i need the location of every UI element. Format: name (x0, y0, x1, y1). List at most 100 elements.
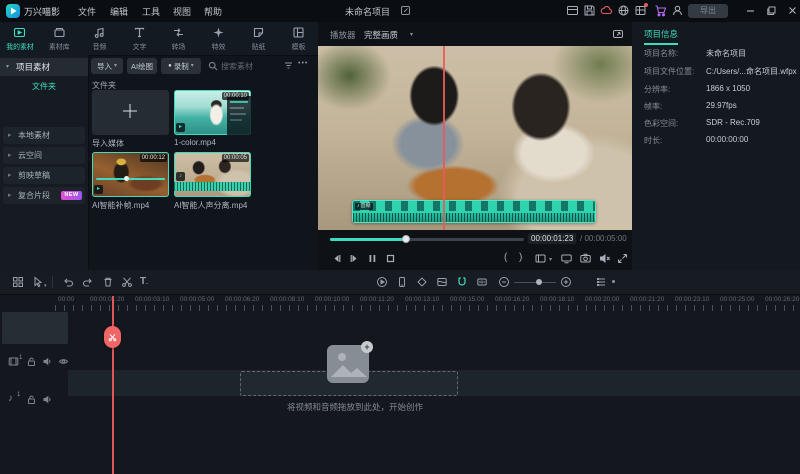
sidebar-item-project-media[interactable]: ▾ 项目素材 (0, 58, 88, 76)
audio-mixer-icon[interactable] (476, 276, 488, 288)
filter-icon[interactable] (283, 60, 294, 71)
lock-track-icon[interactable] (26, 394, 37, 405)
quick-tools-icon[interactable] (12, 276, 24, 288)
save-icon[interactable] (583, 4, 596, 17)
ai-feature-chip: ▸ (176, 123, 185, 132)
import-button[interactable]: 导入 ▾ (91, 58, 123, 74)
zoom-slider-handle[interactable] (536, 279, 542, 285)
zoom-slider[interactable] (514, 282, 556, 284)
quality-dropdown[interactable]: 完整画质 (364, 29, 398, 41)
record-button[interactable]: ● 录制 ▾ (161, 58, 201, 74)
import-media-tile[interactable] (92, 90, 169, 135)
hide-track-eye-icon[interactable] (58, 356, 69, 367)
store-cart-icon[interactable] (654, 4, 667, 17)
timeline-panel: ▾ T. (0, 270, 800, 474)
mark-out-button[interactable]: ) (519, 253, 522, 263)
cloud-backup-icon[interactable] (600, 4, 613, 17)
media-item-ai-vocal-split[interactable]: 00:00:05 ♪ (174, 152, 251, 197)
menu-help[interactable]: 帮助 (204, 5, 222, 18)
stop-button[interactable] (384, 252, 397, 265)
ai-paint-button[interactable]: AI绘图 (127, 58, 157, 74)
sidebar-item-local-media[interactable]: ▸ 本地素材 (3, 127, 85, 144)
mask-icon[interactable] (436, 276, 448, 288)
menu-tools[interactable]: 工具 (142, 5, 160, 18)
media-item-ai-frame-interp[interactable]: 00:00:12 ▸ (92, 152, 169, 197)
ruler-label: 00:00:18:10 (540, 296, 574, 303)
maximize-icon[interactable] (766, 5, 779, 18)
video-preview[interactable]: ♪ 音频 (318, 46, 632, 230)
snap-magnet-icon[interactable] (456, 276, 468, 288)
zoom-in-icon[interactable] (560, 276, 572, 288)
mute-speaker-button[interactable] (598, 252, 611, 265)
mark-in-button[interactable]: ( (504, 253, 507, 263)
mute-track-icon[interactable] (42, 394, 53, 405)
menu-view[interactable]: 视图 (173, 5, 191, 18)
split-scissors-icon[interactable] (121, 276, 133, 288)
close-icon[interactable] (787, 5, 800, 18)
menu-file[interactable]: 文件 (78, 5, 96, 18)
media-item-label: AI智能补帧.mp4 (92, 200, 172, 211)
undo-icon[interactable] (62, 276, 74, 288)
app-name: 万兴喵影 (24, 5, 60, 18)
media-item-1color[interactable]: 00:00:10 ▸ (174, 90, 251, 135)
previous-frame-button[interactable] (330, 252, 343, 265)
track-manager-caret[interactable] (612, 280, 615, 283)
popout-player-icon[interactable] (612, 28, 624, 40)
phone-preview-icon[interactable] (396, 276, 408, 288)
tab-stickers[interactable]: 贴纸 (239, 22, 279, 55)
zoom-out-icon[interactable] (498, 276, 510, 288)
color-preset-overlay (227, 96, 251, 135)
tab-stock-media[interactable]: 素材库 (40, 22, 80, 55)
track-header-empty[interactable] (2, 312, 68, 344)
aspect-ratio-button[interactable] (534, 252, 547, 265)
playhead-handle[interactable] (104, 326, 121, 348)
tab-my-media[interactable]: 我的素材 (0, 22, 40, 55)
tab-text[interactable]: 文字 (119, 22, 159, 55)
ai-feature-chip: ▸ (94, 185, 103, 194)
seek-handle[interactable] (402, 235, 410, 243)
select-tool-icon[interactable] (32, 276, 44, 288)
more-options-icon[interactable]: ••• (298, 60, 308, 67)
tab-project-info[interactable]: 项目信息 (644, 28, 678, 45)
play-button[interactable] (348, 252, 361, 265)
search-input[interactable]: 搜索素材 (221, 61, 253, 72)
sidebar-item-jianying-drafts[interactable]: ▸ 剪映草稿 (3, 167, 85, 184)
render-preview-icon[interactable] (376, 276, 388, 288)
audio-clip-overlay[interactable]: ♪ 音频 (352, 200, 596, 223)
language-globe-icon[interactable] (617, 4, 630, 17)
sidebar-item-cloud-space[interactable]: ▸ 云空间 (3, 147, 85, 164)
ruler-label: 00:00 (58, 296, 74, 303)
snapshot-camera-button[interactable] (579, 252, 592, 265)
redo-icon[interactable] (82, 276, 94, 288)
lock-track-icon[interactable] (26, 356, 37, 367)
export-button[interactable]: 导出 (688, 4, 728, 18)
keyframe-icon[interactable] (416, 276, 428, 288)
layout-switch-icon[interactable] (566, 4, 579, 17)
mirror-display-button[interactable] (560, 252, 573, 265)
clip-label: 音频 (361, 203, 371, 210)
tab-templates[interactable]: 模板 (278, 22, 318, 55)
sidebar-item-folder-selected[interactable]: 文件夹 (0, 79, 88, 95)
timeline-ruler[interactable]: 00:00 00:00:01:20 00:00:03:10 00:00:05:0… (0, 296, 800, 304)
delete-trash-icon[interactable] (102, 276, 114, 288)
user-account-icon[interactable] (671, 4, 684, 17)
playhead-line[interactable] (112, 296, 114, 474)
chevron-down-icon[interactable]: ▾ (44, 283, 47, 289)
ruler-label: 00:00:20:00 (585, 296, 619, 303)
workspace-icon[interactable] (634, 4, 647, 17)
menu-edit[interactable]: 编辑 (110, 5, 128, 18)
mute-track-icon[interactable] (42, 356, 53, 367)
pause-button[interactable] (366, 252, 379, 265)
seek-bar[interactable] (330, 238, 524, 241)
ruler-label: 00:00:21:20 (630, 296, 664, 303)
tab-transitions[interactable]: 转场 (159, 22, 199, 55)
fullscreen-button[interactable] (616, 252, 629, 265)
text-tool-icon[interactable]: T. (140, 276, 148, 287)
chevron-down-icon[interactable]: ▾ (549, 256, 552, 263)
sidebar-item-compound-clip[interactable]: ▸ 复合片段 NEW (3, 187, 85, 204)
tab-effects[interactable]: 特效 (199, 22, 239, 55)
track-manager-icon[interactable] (595, 276, 607, 288)
tab-audio[interactable]: 音频 (80, 22, 120, 55)
rename-project-icon[interactable] (400, 5, 411, 16)
minimize-icon[interactable] (745, 5, 758, 18)
